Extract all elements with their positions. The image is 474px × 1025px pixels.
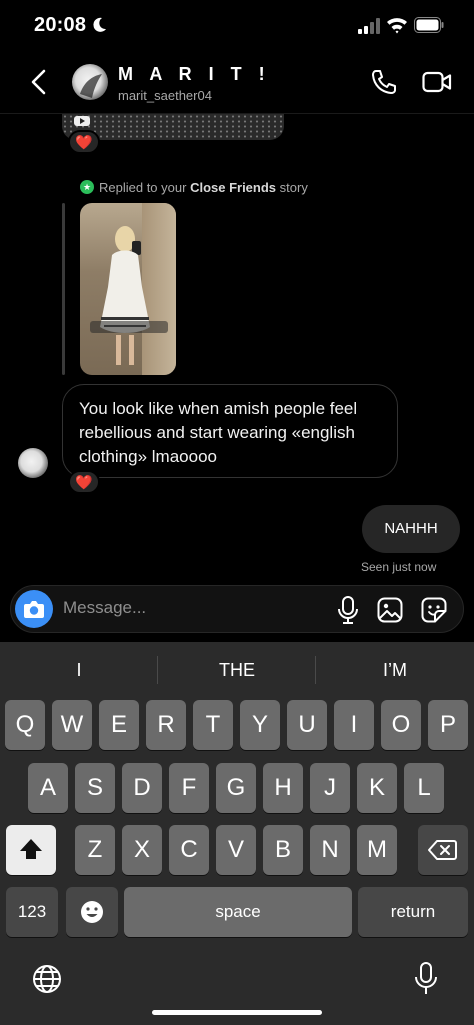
key-a[interactable]: A (28, 763, 68, 813)
seen-status: Seen just now (361, 560, 437, 574)
dictation-mic-icon[interactable] (414, 962, 438, 996)
avatar[interactable] (72, 64, 108, 100)
key-u[interactable]: U (287, 700, 327, 750)
key-r[interactable]: R (146, 700, 186, 750)
key-j[interactable]: J (310, 763, 350, 813)
keyboard: I THE I’M QWERTYUIOP ASDFGHJKL ZXCVBNM 1… (0, 642, 474, 1025)
key-e[interactable]: E (99, 700, 139, 750)
shift-icon (20, 839, 42, 859)
space-key[interactable]: space (124, 887, 352, 937)
key-v[interactable]: V (216, 825, 256, 875)
sticker-icon[interactable] (421, 597, 447, 623)
received-message[interactable]: You look like when amish people feel reb… (62, 384, 398, 478)
key-c[interactable]: C (169, 825, 209, 875)
return-key[interactable]: return (358, 887, 468, 937)
close-friends-star-icon: ★ (80, 180, 94, 194)
key-f[interactable]: F (169, 763, 209, 813)
key-n[interactable]: N (310, 825, 350, 875)
contact-name[interactable]: M A R I T ! (118, 64, 271, 85)
emoji-icon (81, 901, 103, 923)
back-icon[interactable] (26, 68, 52, 96)
sender-avatar[interactable] (18, 448, 48, 478)
key-x[interactable]: X (122, 825, 162, 875)
video-badge-icon (74, 116, 90, 126)
camera-button[interactable] (15, 590, 53, 628)
mic-icon[interactable] (337, 596, 359, 624)
story-person-image (100, 226, 150, 365)
numbers-key[interactable]: 123 (6, 887, 58, 937)
status-time: 20:08 (34, 14, 87, 36)
key-q[interactable]: Q (5, 700, 45, 750)
suggestion-3[interactable]: I’M (316, 642, 474, 698)
battery-icon (414, 17, 444, 33)
key-z[interactable]: Z (75, 825, 115, 875)
avatar-photo (80, 74, 102, 98)
video-icon[interactable] (422, 70, 452, 94)
close-friends-label: Close Friends (190, 180, 277, 195)
key-i[interactable]: I (334, 700, 374, 750)
contact-username[interactable]: marit_saether04 (118, 88, 212, 103)
story-thumbnail[interactable] (80, 203, 176, 375)
key-b[interactable]: B (263, 825, 303, 875)
emoji-key[interactable] (66, 887, 118, 937)
heart-reaction[interactable]: ❤️ (68, 130, 100, 154)
heart-reaction-2[interactable]: ❤️ (68, 470, 100, 494)
key-w[interactable]: W (52, 700, 92, 750)
story-caption-sticker (90, 321, 168, 333)
key-d[interactable]: D (122, 763, 162, 813)
message-composer[interactable]: Message... (10, 585, 464, 633)
reply-prefix: Replied to your (99, 180, 191, 195)
key-k[interactable]: K (357, 763, 397, 813)
phone-icon[interactable] (370, 68, 398, 96)
key-o[interactable]: O (381, 700, 421, 750)
chat-header: M A R I T ! marit_saether04 (0, 52, 474, 114)
suggestion-2[interactable]: THE (158, 642, 316, 698)
key-t[interactable]: T (193, 700, 233, 750)
backspace-key[interactable] (418, 825, 468, 875)
key-m[interactable]: M (357, 825, 397, 875)
key-l[interactable]: L (404, 763, 444, 813)
reply-label: Replied to your Close Friends story (99, 180, 308, 195)
backspace-icon (428, 840, 457, 860)
message-input[interactable]: Message... (63, 598, 146, 618)
shift-key[interactable] (6, 825, 56, 875)
moon-icon (93, 17, 106, 32)
suggestion-1[interactable]: I (0, 642, 158, 698)
key-y[interactable]: Y (240, 700, 280, 750)
key-s[interactable]: S (75, 763, 115, 813)
home-indicator (152, 1010, 322, 1015)
key-g[interactable]: G (216, 763, 256, 813)
status-bar: 20:08 (0, 0, 474, 52)
reply-suffix: story (276, 180, 308, 195)
key-h[interactable]: H (263, 763, 303, 813)
signal-icon (358, 18, 380, 34)
wifi-icon (387, 18, 407, 34)
gallery-icon[interactable] (377, 597, 403, 623)
reply-indicator-bar (62, 203, 65, 375)
sent-message[interactable]: NAHHH (362, 505, 460, 553)
camera-icon (24, 601, 44, 618)
key-p[interactable]: P (428, 700, 468, 750)
globe-icon[interactable] (32, 964, 62, 994)
